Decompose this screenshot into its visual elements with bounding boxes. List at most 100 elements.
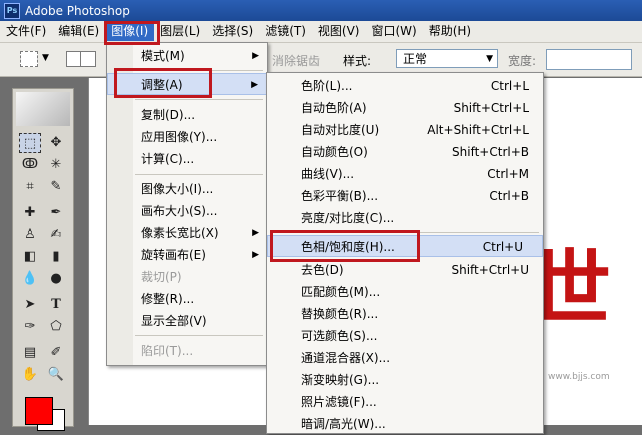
menu-item-rotate-canvas[interactable]: 旋转画布(E) ▶: [107, 244, 267, 266]
menu-item-calculations[interactable]: 计算(C)...: [107, 148, 267, 170]
menu-item-label: 裁切(P): [141, 270, 182, 284]
menu-item-shortcut: Ctrl+M: [487, 167, 529, 181]
type-tool-icon[interactable]: T: [45, 295, 67, 315]
menu-item-pixel-aspect[interactable]: 像素长宽比(X) ▶: [107, 222, 267, 244]
gradient-tool-icon[interactable]: ▮: [45, 247, 67, 267]
menu-item-channel-mixer[interactable]: 通道混合器(X)...: [267, 347, 543, 369]
menu-edit[interactable]: 编辑(E): [52, 22, 105, 41]
menu-item-hue-saturation[interactable]: 色相/饱和度(H)... Ctrl+U: [267, 235, 543, 257]
menu-item-replace-color[interactable]: 替换颜色(R)...: [267, 303, 543, 325]
menu-item-label: 暗调/高光(W)...: [301, 417, 386, 431]
menu-item-label: 模式(M): [141, 49, 185, 63]
marquee-tool-icon[interactable]: ⬚: [19, 133, 41, 153]
style-select[interactable]: 正常 ▼: [396, 49, 498, 68]
menu-item-brightness-contrast[interactable]: 亮度/对比度(C)...: [267, 207, 543, 229]
feather-logo-icon: [16, 92, 70, 126]
slice-tool-icon[interactable]: ✎: [45, 177, 67, 197]
menu-item-label: 色彩平衡(B)...: [301, 189, 379, 203]
menu-item-shortcut: Ctrl+B: [489, 189, 529, 203]
shape-tool-icon[interactable]: ⬠: [45, 317, 67, 337]
menu-item-label: 图像大小(I)...: [141, 182, 214, 196]
menu-item-mode[interactable]: 模式(M) ▶: [107, 45, 267, 67]
menu-item-duplicate[interactable]: 复制(D)...: [107, 104, 267, 126]
submenu-arrow-icon: ▶: [252, 250, 259, 260]
title-bar: Ps Adobe Photoshop: [0, 0, 642, 21]
menu-item-auto-contrast[interactable]: 自动对比度(U) Alt+Shift+Ctrl+L: [267, 119, 543, 141]
style-label: 样式:: [343, 54, 372, 68]
menu-item-gradient-map[interactable]: 渐变映射(G)...: [267, 369, 543, 391]
menu-separator: [135, 174, 263, 175]
menu-help[interactable]: 帮助(H): [423, 22, 477, 41]
menu-item-label: 修整(R)...: [141, 292, 195, 306]
toolbox: ⬚ ✥ ↂ ✳ ⌗ ✎ ✚ ✒ ♙ ✍ ◧ ▮ 💧 ● ➤ T ✑ ⬠ ▤ ✐ …: [12, 88, 74, 431]
menu-item-label: 画布大小(S)...: [141, 204, 218, 218]
menu-item-levels[interactable]: 色阶(L)... Ctrl+L: [267, 75, 543, 97]
foreground-color-swatch[interactable]: [25, 397, 53, 425]
move-tool-icon[interactable]: ✥: [45, 133, 67, 153]
brush-tool-icon[interactable]: ✒: [45, 203, 67, 223]
menu-item-apply-image[interactable]: 应用图像(Y)...: [107, 126, 267, 148]
chevron-down-icon[interactable]: ▼: [42, 53, 49, 63]
adjust-submenu: 色阶(L)... Ctrl+L 自动色阶(A) Shift+Ctrl+L 自动对…: [266, 72, 544, 434]
menu-item-canvas-size[interactable]: 画布大小(S)...: [107, 200, 267, 222]
menu-item-shortcut: Shift+Ctrl+U: [451, 263, 529, 277]
menu-item-label: 色相/饱和度(H)...: [301, 240, 395, 254]
menu-item-label: 旋转画布(E): [141, 248, 206, 262]
menu-item-reveal-all[interactable]: 显示全部(V): [107, 310, 267, 332]
hand-tool-icon[interactable]: ✋: [19, 365, 41, 385]
dodge-tool-icon[interactable]: ●: [45, 269, 67, 289]
menu-select[interactable]: 选择(S): [206, 22, 259, 41]
menu-item-crop: 裁切(P): [107, 266, 267, 288]
menu-view[interactable]: 视图(V): [312, 22, 366, 41]
menu-item-label: 调整(A): [141, 78, 183, 92]
path-select-icon[interactable]: ➤: [19, 295, 41, 315]
menu-file[interactable]: 文件(F): [0, 22, 52, 41]
clone-stamp-icon[interactable]: ♙: [19, 225, 41, 245]
menu-item-adjust[interactable]: 调整(A) ▶: [107, 73, 267, 95]
zoom-tool-icon[interactable]: 🔍: [45, 365, 67, 385]
blur-tool-icon[interactable]: 💧: [19, 269, 41, 289]
add-selection-icon[interactable]: [80, 51, 96, 67]
eraser-tool-icon[interactable]: ◧: [19, 247, 41, 267]
eyedropper-icon[interactable]: ✐: [45, 343, 67, 363]
menu-filter[interactable]: 滤镜(T): [259, 22, 312, 41]
healing-brush-icon[interactable]: ✚: [19, 203, 41, 223]
menu-item-curves[interactable]: 曲线(V)... Ctrl+M: [267, 163, 543, 185]
width-input[interactable]: [546, 49, 632, 70]
notes-tool-icon[interactable]: ▤: [19, 343, 41, 363]
magic-wand-icon[interactable]: ✳: [45, 155, 67, 175]
menu-item-auto-color[interactable]: 自动颜色(O) Shift+Ctrl+B: [267, 141, 543, 163]
menu-item-shortcut: Alt+Shift+Ctrl+L: [427, 123, 529, 137]
marquee-preset-icon[interactable]: [20, 51, 38, 67]
submenu-arrow-icon: ▶: [252, 228, 259, 238]
pen-tool-icon[interactable]: ✑: [19, 317, 41, 337]
menu-item-shortcut: Ctrl+L: [490, 79, 529, 93]
menu-item-label: 亮度/对比度(C)...: [301, 211, 395, 225]
menu-item-label: 通道混合器(X)...: [301, 351, 391, 365]
menu-window[interactable]: 窗口(W): [365, 22, 422, 41]
menu-item-trim[interactable]: 修整(R)...: [107, 288, 267, 310]
menu-item-image-size[interactable]: 图像大小(I)...: [107, 178, 267, 200]
menu-item-selective-color[interactable]: 可选颜色(S)...: [267, 325, 543, 347]
menu-separator: [135, 99, 263, 100]
style-select-value: 正常: [403, 52, 428, 66]
menu-item-label: 去色(D): [301, 263, 344, 277]
menu-item-color-balance[interactable]: 色彩平衡(B)... Ctrl+B: [267, 185, 543, 207]
crop-tool-icon[interactable]: ⌗: [19, 177, 41, 197]
menu-item-label: 替换颜色(R)...: [301, 307, 379, 321]
lasso-tool-icon[interactable]: ↂ: [19, 155, 41, 175]
menu-item-photo-filter[interactable]: 照片滤镜(F)...: [267, 391, 543, 413]
history-brush-icon[interactable]: ✍: [45, 225, 67, 245]
antialias-label: 消除锯齿: [272, 54, 321, 68]
window-title: Adobe Photoshop: [25, 3, 130, 18]
menu-item-shortcut: Shift+Ctrl+L: [453, 101, 529, 115]
menu-item-label: 曲线(V)...: [301, 167, 355, 181]
menu-item-match-color[interactable]: 匹配颜色(M)...: [267, 281, 543, 303]
menu-separator: [295, 232, 539, 233]
menu-layer[interactable]: 图层(L): [154, 22, 206, 41]
menu-item-shadow-highlight[interactable]: 暗调/高光(W)...: [267, 413, 543, 435]
image-menu: 模式(M) ▶ 调整(A) ▶ 复制(D)... 应用图像(Y)... 计算(C…: [106, 42, 268, 366]
menu-item-desaturate[interactable]: 去色(D) Shift+Ctrl+U: [267, 259, 543, 281]
menu-item-auto-levels[interactable]: 自动色阶(A) Shift+Ctrl+L: [267, 97, 543, 119]
menu-image[interactable]: 图像(I): [105, 22, 155, 41]
